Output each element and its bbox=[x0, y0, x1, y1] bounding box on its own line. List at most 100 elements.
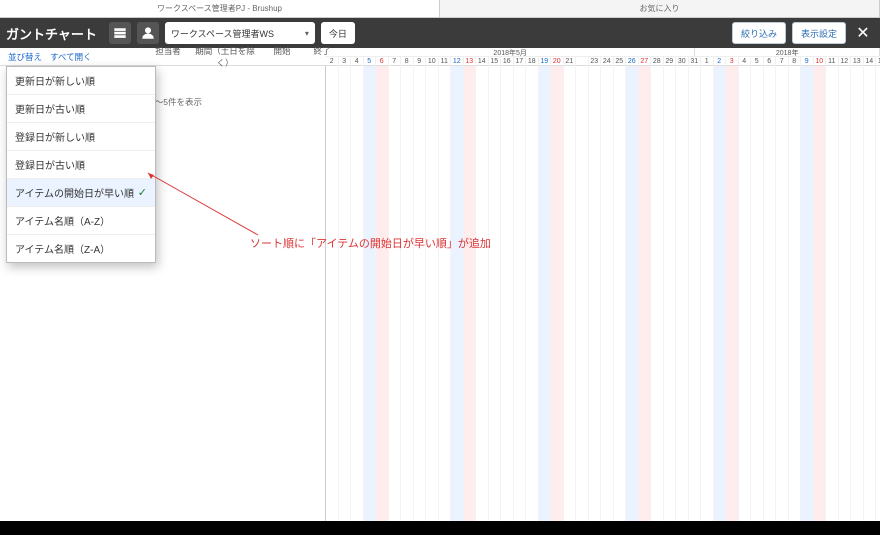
grid-column bbox=[739, 66, 752, 521]
sort-option[interactable]: 更新日が古い順 bbox=[7, 95, 155, 123]
day-cell: 25 bbox=[614, 57, 627, 66]
day-cell: 23 bbox=[589, 57, 602, 66]
sort-option[interactable]: アイテム名順（A-Z） bbox=[7, 207, 155, 235]
grid-column bbox=[814, 66, 827, 521]
day-cell: 15 bbox=[489, 57, 502, 66]
day-cell: 12 bbox=[451, 57, 464, 66]
day-cell: 4 bbox=[739, 57, 752, 66]
grid-column bbox=[614, 66, 627, 521]
page-title: ガントチャート bbox=[6, 24, 97, 43]
browser-tab[interactable]: ワークスペース管理者PJ - Brushup bbox=[0, 0, 440, 17]
day-cell: 1 bbox=[701, 57, 714, 66]
browser-tabbar: ワークスペース管理者PJ - Brushup お気に入り bbox=[0, 0, 880, 18]
today-button[interactable]: 今日 bbox=[321, 22, 355, 44]
day-cell: 19 bbox=[539, 57, 552, 66]
grid-column bbox=[514, 66, 527, 521]
workspace-selected-label: ワークスペース管理者WS bbox=[171, 27, 274, 40]
grid-column bbox=[464, 66, 477, 521]
day-cell: 9 bbox=[414, 57, 427, 66]
grid-column bbox=[489, 66, 502, 521]
grid-column bbox=[526, 66, 539, 521]
day-cell: 7 bbox=[776, 57, 789, 66]
day-cell: 31 bbox=[689, 57, 702, 66]
day-cell: 14 bbox=[476, 57, 489, 66]
grid-column bbox=[389, 66, 402, 521]
day-cell: 13 bbox=[464, 57, 477, 66]
day-cell: 12 bbox=[839, 57, 852, 66]
sort-option-label: アイテム名順（A-Z） bbox=[15, 213, 110, 228]
expand-all-link[interactable]: すべて開く bbox=[50, 51, 92, 63]
sort-link[interactable]: 並び替え bbox=[8, 51, 42, 63]
grid-column bbox=[651, 66, 664, 521]
grid-column bbox=[839, 66, 852, 521]
sort-option[interactable]: 更新日が新しい順 bbox=[7, 67, 155, 95]
user-filter-button[interactable] bbox=[137, 22, 159, 44]
day-cell: 11 bbox=[826, 57, 839, 66]
month-label: 2018年5月 bbox=[326, 48, 695, 56]
sort-option[interactable]: 登録日が新しい順 bbox=[7, 123, 155, 151]
grid-column bbox=[476, 66, 489, 521]
day-cell: 6 bbox=[764, 57, 777, 66]
sort-dropdown: 更新日が新しい順更新日が古い順登録日が新しい順登録日が古い順アイテムの開始日が早… bbox=[6, 66, 156, 263]
bottom-bar bbox=[0, 521, 880, 535]
day-cell: 3 bbox=[339, 57, 352, 66]
grid-column bbox=[551, 66, 564, 521]
day-cell: 22 bbox=[576, 57, 589, 66]
day-cell: 11 bbox=[439, 57, 452, 66]
filter-button[interactable]: 絞り込み bbox=[732, 22, 786, 44]
grid-column bbox=[626, 66, 639, 521]
day-cell: 8 bbox=[401, 57, 414, 66]
grid-column bbox=[751, 66, 764, 521]
sort-option-label: アイテム名順（Z-A） bbox=[15, 241, 110, 256]
grid-column bbox=[801, 66, 814, 521]
gantt-grid[interactable] bbox=[326, 66, 880, 521]
sort-option-label: 更新日が新しい順 bbox=[15, 73, 95, 88]
grid-column bbox=[764, 66, 777, 521]
grid-column bbox=[639, 66, 652, 521]
list-icon bbox=[113, 26, 127, 40]
grid-column bbox=[589, 66, 602, 521]
day-cell: 5 bbox=[364, 57, 377, 66]
sort-option[interactable]: アイテム名順（Z-A） bbox=[7, 235, 155, 262]
day-cell: 8 bbox=[789, 57, 802, 66]
result-count: 1〜5件を表示 bbox=[150, 96, 202, 108]
grid-column bbox=[539, 66, 552, 521]
grid-column bbox=[714, 66, 727, 521]
day-cell: 18 bbox=[526, 57, 539, 66]
column-headers: 担当者 期間（土日を除く） 開始 終了 bbox=[150, 45, 340, 69]
close-button[interactable]: ✕ bbox=[852, 22, 874, 44]
workspace-select[interactable]: ワークスペース管理者WS ▾ bbox=[165, 22, 315, 44]
day-cell: 3 bbox=[726, 57, 739, 66]
sort-option-label: 更新日が古い順 bbox=[15, 101, 85, 116]
month-label: 2018年 bbox=[695, 48, 880, 56]
day-cell: 7 bbox=[389, 57, 402, 66]
grid-column bbox=[601, 66, 614, 521]
sort-option[interactable]: アイテムの開始日が早い順✓ bbox=[7, 179, 155, 207]
sort-option-label: 登録日が新しい順 bbox=[15, 129, 95, 144]
day-cell: 30 bbox=[676, 57, 689, 66]
day-cell: 4 bbox=[351, 57, 364, 66]
grid-column bbox=[689, 66, 702, 521]
day-cell: 14 bbox=[864, 57, 877, 66]
tab-label: お気に入り bbox=[640, 3, 680, 14]
sort-option[interactable]: 登録日が古い順 bbox=[7, 151, 155, 179]
grid-column bbox=[851, 66, 864, 521]
grid-column bbox=[776, 66, 789, 521]
display-settings-button[interactable]: 表示設定 bbox=[792, 22, 846, 44]
grid-column bbox=[789, 66, 802, 521]
display-settings-label: 表示設定 bbox=[801, 27, 837, 40]
day-cell: 27 bbox=[639, 57, 652, 66]
day-cell: 16 bbox=[501, 57, 514, 66]
col-duration: 期間（土日を除く） bbox=[190, 45, 260, 69]
sort-option-label: アイテムの開始日が早い順 bbox=[15, 185, 134, 200]
grid-column bbox=[351, 66, 364, 521]
grid-column bbox=[326, 66, 339, 521]
timeline-header: 2018年5月2018年 234567891011121314151617181… bbox=[326, 48, 880, 66]
list-view-toggle[interactable] bbox=[109, 22, 131, 44]
browser-tab[interactable]: お気に入り bbox=[440, 0, 880, 17]
tab-label: ワークスペース管理者PJ - Brushup bbox=[157, 3, 282, 14]
day-cell: 10 bbox=[426, 57, 439, 66]
grid-column bbox=[826, 66, 839, 521]
day-cell: 15 bbox=[876, 57, 880, 66]
day-cell: 6 bbox=[376, 57, 389, 66]
